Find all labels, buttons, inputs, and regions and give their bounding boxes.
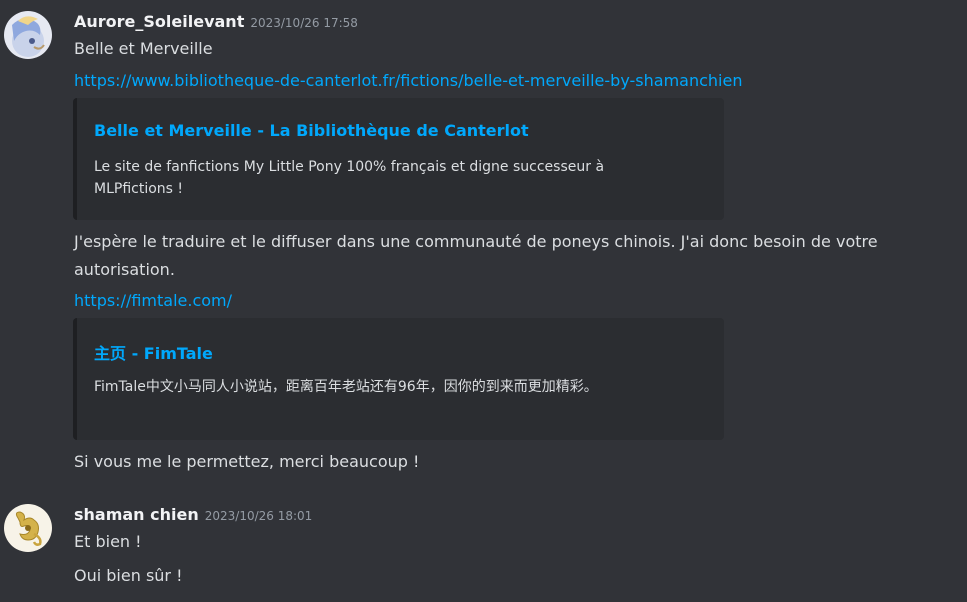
capricorn-emblem-icon[interactable] xyxy=(4,504,52,552)
username[interactable]: Aurore_Soleilevant xyxy=(74,12,244,31)
message-text: Oui bien sûr ! xyxy=(74,566,183,585)
link-embed-fimtale: 主页 - FimTale FimTale中文小马同人小说站，距离百年老站还有96… xyxy=(73,318,724,440)
message-link-line: https://fimtale.com/ xyxy=(74,287,232,315)
message-header: shaman chien 2023/10/26 18:01 xyxy=(74,505,312,524)
embed-title[interactable]: Belle et Merveille - La Bibliothèque de … xyxy=(94,121,529,140)
fimtale-link[interactable]: https://fimtale.com/ xyxy=(74,291,232,310)
chat-messages: Aurore_Soleilevant 2023/10/26 17:58 Belle… xyxy=(0,0,967,602)
timestamp: 2023/10/26 18:01 xyxy=(204,509,313,523)
timestamp: 2023/10/26 17:58 xyxy=(250,16,358,30)
message-text: Belle et Merveille xyxy=(74,39,213,58)
bibliotheque-link[interactable]: https://www.bibliotheque-de-canterlot.fr… xyxy=(74,71,742,90)
embed-description: Le site de fanfictions My Little Pony 10… xyxy=(94,159,605,197)
embed-description: FimTale中文小马同人小说站，距离百年老站还有96年，因你的到来而更加精彩。 xyxy=(94,379,598,395)
message-link-line: https://www.bibliotheque-de-canterlot.fr… xyxy=(74,67,742,95)
message-text: J'espère le traduire et le diffuser dans… xyxy=(74,232,878,279)
username[interactable]: shaman chien xyxy=(74,505,199,524)
message-header: Aurore_Soleilevant 2023/10/26 17:58 xyxy=(74,12,358,31)
message-text: Si vous me le permettez, merci beaucoup … xyxy=(74,452,420,471)
link-embed-bibliotheque: Belle et Merveille - La Bibliothèque de … xyxy=(73,98,724,220)
pony-avatar-icon[interactable] xyxy=(4,11,52,59)
message-text: Et bien ! xyxy=(74,532,142,551)
embed-title[interactable]: 主页 - FimTale xyxy=(94,340,213,364)
